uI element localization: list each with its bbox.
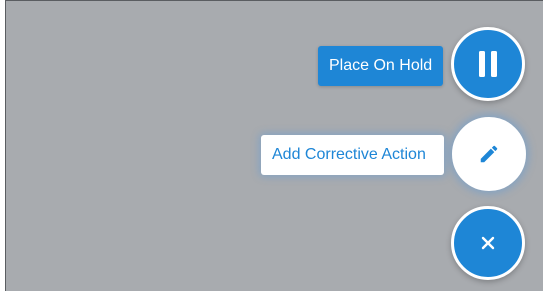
add-corrective-action-button[interactable] — [452, 117, 526, 191]
pause-icon — [479, 51, 497, 77]
add-corrective-action-label[interactable]: Add Corrective Action — [261, 135, 444, 175]
screen-overlay: Place On Hold Add Corrective Action — [5, 0, 543, 291]
close-icon — [481, 236, 495, 250]
close-menu-button[interactable] — [451, 206, 525, 280]
add-corrective-action-text: Add Corrective Action — [272, 146, 426, 163]
place-on-hold-text: Place On Hold — [329, 57, 433, 74]
pencil-icon — [480, 145, 498, 163]
place-on-hold-button[interactable] — [451, 27, 525, 101]
place-on-hold-label[interactable]: Place On Hold — [318, 46, 443, 86]
